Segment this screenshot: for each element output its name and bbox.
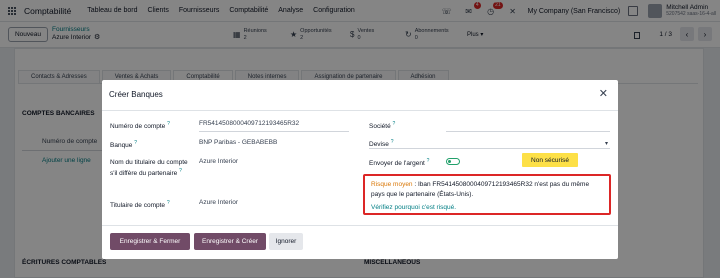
holder-name-label-text: Nom du titulaire du compte s'il diffère … (110, 159, 188, 178)
bank-label-text: Banque (110, 142, 133, 150)
save-close-button[interactable]: Enregistrer & Fermer (110, 233, 190, 250)
company-input[interactable] (446, 131, 610, 132)
account-number-input[interactable]: FR5414508000409712193465R32 (199, 120, 299, 127)
dialog-header: Créer Banques ✕ (102, 80, 618, 111)
close-icon[interactable]: ✕ (599, 89, 608, 100)
help-icon[interactable]: ? (179, 168, 182, 174)
currency-input[interactable] (369, 148, 610, 149)
chevron-down-icon[interactable]: ▾ (605, 140, 608, 147)
help-icon[interactable]: ? (134, 140, 137, 146)
bank-label: Banque ? (110, 139, 137, 150)
risk-level: Risque moyen (371, 181, 413, 188)
risk-warning-box: Risque moyen : Iban FR541450800040971219… (363, 174, 611, 215)
account-number-label: Numéro de compte ? (110, 120, 170, 131)
send-money-label: Envoyer de l'argent ? (369, 157, 429, 168)
discard-button[interactable]: Ignorer (269, 233, 303, 250)
send-money-label-text: Envoyer de l'argent (369, 160, 425, 168)
risk-warning-message: Risque moyen : Iban FR541450800040971219… (371, 180, 603, 199)
company-label-text: Société (369, 123, 391, 131)
help-icon[interactable]: ? (167, 200, 170, 206)
help-icon[interactable]: ? (391, 139, 394, 145)
field-underline (199, 131, 349, 132)
why-risky-link[interactable]: Vérifiez pourquoi c'est risqué. (371, 204, 456, 211)
bank-input[interactable]: BNP Paribas - GEBABEBB (199, 139, 277, 146)
dialog-title: Créer Banques (109, 90, 163, 99)
save-new-button[interactable]: Enregistrer & Créer (194, 233, 266, 250)
company-label: Société ? (369, 120, 395, 131)
create-bank-dialog: Créer Banques ✕ Numéro de compte ? FR541… (102, 80, 618, 259)
help-icon[interactable]: ? (393, 121, 396, 127)
help-icon[interactable]: ? (167, 121, 170, 127)
account-holder-label: Titulaire de compte ? (110, 199, 170, 210)
help-icon[interactable]: ? (427, 158, 430, 164)
dialog-footer: Enregistrer & Fermer Enregistrer & Créer… (102, 225, 618, 259)
account-holder-input[interactable]: Azure Interior (199, 199, 238, 206)
holder-name-label: Nom du titulaire du compte s'il diffère … (110, 158, 192, 178)
send-money-toggle[interactable] (446, 158, 460, 165)
account-number-label-text: Numéro de compte (110, 123, 166, 131)
holder-name-input[interactable]: Azure Interior (199, 158, 238, 165)
unsecured-badge: Non sécurisé (522, 153, 578, 167)
account-holder-label-text: Titulaire de compte (110, 202, 166, 210)
